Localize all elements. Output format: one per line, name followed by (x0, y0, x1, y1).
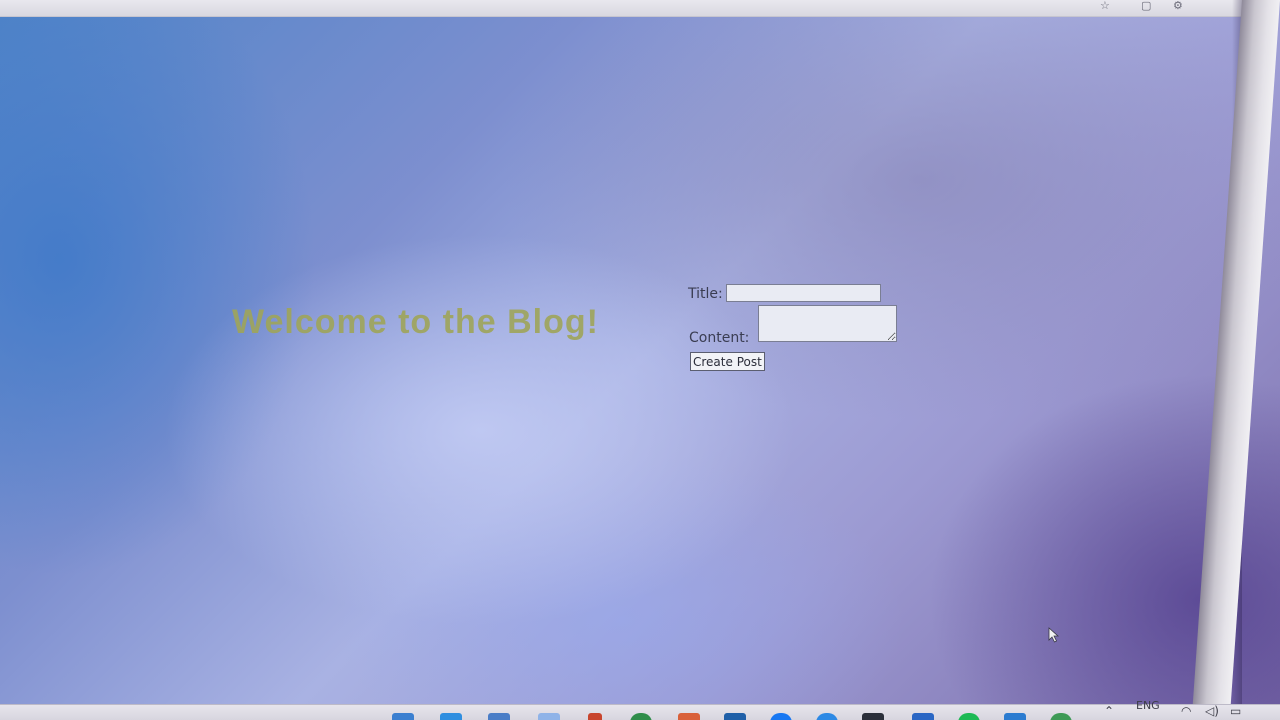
file-explorer-icon[interactable] (392, 713, 414, 720)
app-icon[interactable] (816, 713, 838, 720)
page-title: Welcome to the Blog! (232, 303, 599, 341)
title-label: Title: (688, 286, 723, 302)
content-textarea[interactable] (758, 305, 897, 342)
create-post-form: Title: Content: Create Post (688, 282, 918, 374)
extensions-icon[interactable]: ▢ (1141, 0, 1151, 12)
mail-icon[interactable] (440, 713, 462, 720)
store-icon[interactable] (488, 713, 510, 720)
app-icon[interactable] (538, 713, 560, 720)
content-label: Content: (689, 330, 750, 346)
battery-icon[interactable]: ▭ (1230, 705, 1241, 717)
mouse-cursor-icon (1048, 627, 1060, 643)
volume-icon[interactable]: ◁) (1205, 705, 1219, 717)
chevron-up-icon[interactable]: ⌃ (1104, 705, 1114, 717)
app-icon[interactable] (724, 713, 746, 720)
taskbar (0, 704, 1280, 720)
facebook-icon[interactable] (770, 713, 792, 720)
star-icon[interactable]: ☆ (1100, 0, 1110, 12)
app-icon[interactable] (678, 713, 700, 720)
terminal-icon[interactable] (862, 713, 884, 720)
screen-background (0, 0, 1280, 720)
app-icon[interactable] (912, 713, 934, 720)
app-icon[interactable] (1050, 713, 1072, 720)
browser-toolbar: ☆ ▢ ⚙ (0, 0, 1245, 17)
wifi-icon[interactable]: ◠ (1181, 705, 1191, 717)
language-indicator[interactable]: ENG (1136, 699, 1160, 712)
spotify-icon[interactable] (958, 713, 980, 720)
settings-icon[interactable]: ⚙ (1173, 0, 1183, 12)
chrome-icon[interactable] (630, 713, 652, 720)
title-input[interactable] (726, 284, 881, 302)
vscode-icon[interactable] (1004, 713, 1026, 720)
create-post-button[interactable]: Create Post (690, 352, 765, 371)
app-icon[interactable] (588, 713, 602, 720)
